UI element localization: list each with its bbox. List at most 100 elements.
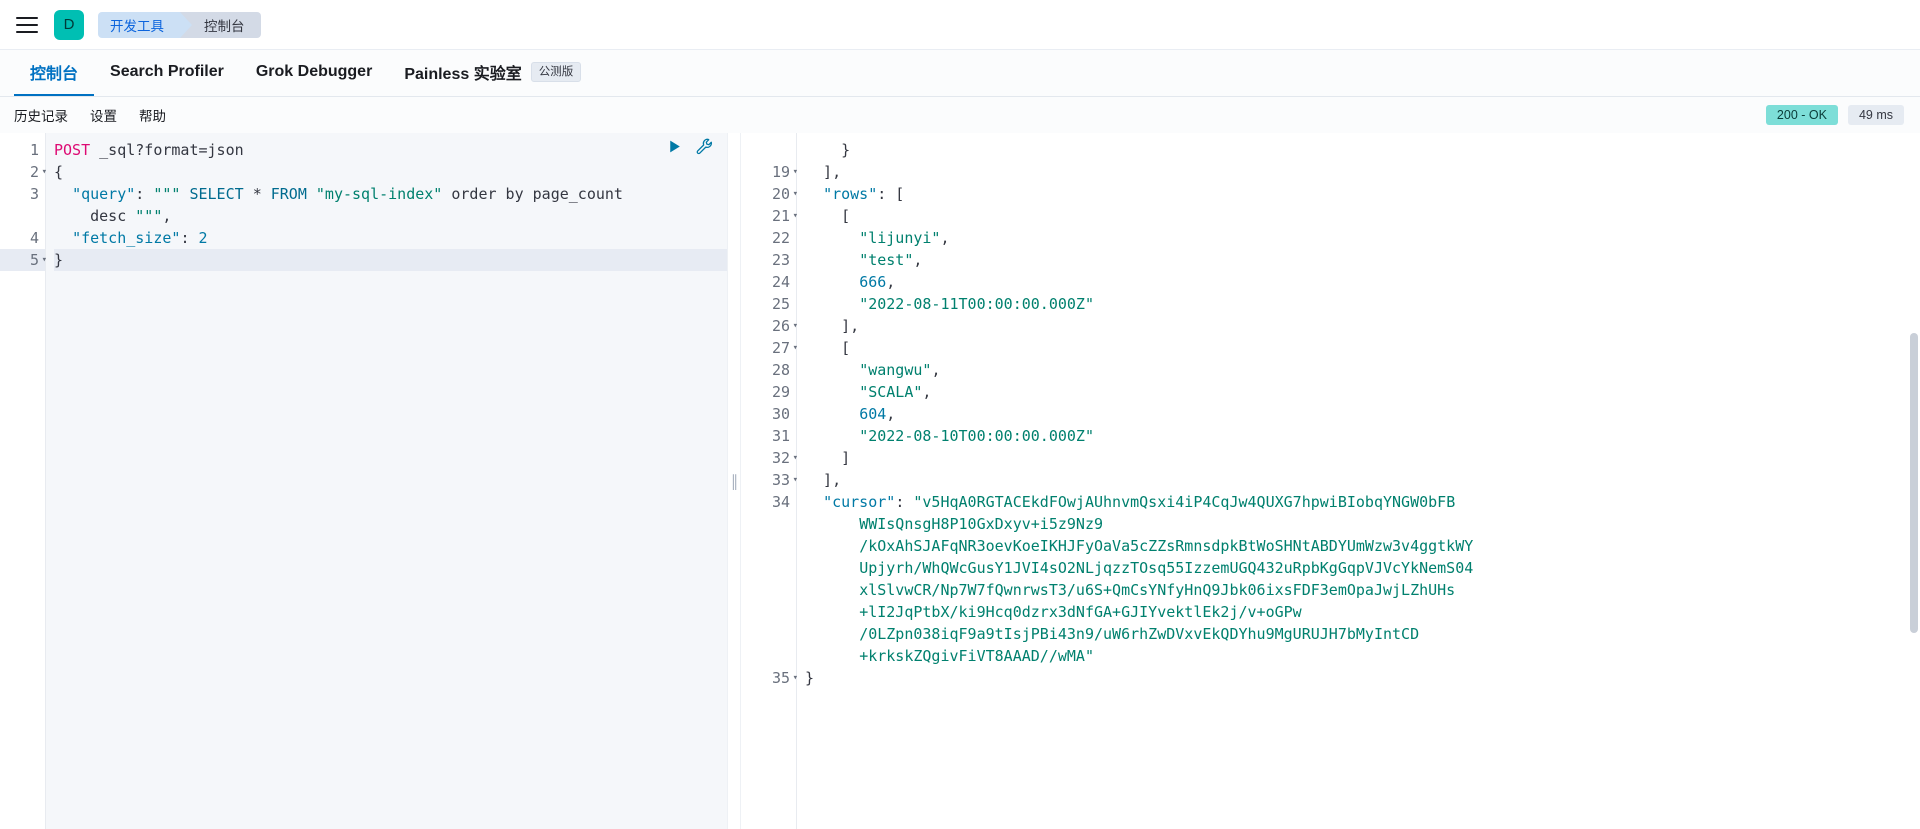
request-editor-pane[interactable]: 12▾345▾ POST _sql?format=json{ "query": … xyxy=(0,133,727,829)
code-token: : xyxy=(180,229,198,247)
help-label: 帮助 xyxy=(139,109,166,124)
status-badge: 200 - OK xyxy=(1766,105,1838,125)
console-toolbar: 历史记录 设置 帮助 200 - OK 49 ms xyxy=(0,97,1920,133)
code-line: { xyxy=(54,161,727,183)
code-token: : [ xyxy=(877,185,904,203)
line-number xyxy=(741,513,796,535)
code-line: "rows": [ xyxy=(805,183,1920,205)
code-token: , xyxy=(940,229,949,247)
code-token xyxy=(805,537,859,555)
code-token: : xyxy=(135,185,153,203)
history-label: 历史记录 xyxy=(14,109,68,124)
code-line: ], xyxy=(805,161,1920,183)
code-token: ], xyxy=(805,471,841,489)
line-number: 25 xyxy=(741,293,796,315)
line-number: 33▾ xyxy=(741,469,796,491)
code-token: } xyxy=(805,141,850,159)
code-line: [ xyxy=(805,337,1920,359)
code-line: Upjyrh/WhQWcGusY1JVI4sO2NLjqzzTOsq55Izze… xyxy=(805,557,1920,579)
global-chrome-header: D 开发工具 控制台 xyxy=(0,0,1920,50)
line-number: 3 xyxy=(0,183,45,205)
code-line: +krkskZQgivFiVT8AAAD//wMA" xyxy=(805,645,1920,667)
line-number: 2▾ xyxy=(0,161,45,183)
play-icon[interactable] xyxy=(666,138,683,155)
help-link[interactable]: 帮助 xyxy=(139,105,166,125)
line-number xyxy=(741,601,796,623)
splitter-grip-icon: ║ xyxy=(730,474,738,489)
line-number: 19▾ xyxy=(741,161,796,183)
code-token: , xyxy=(922,383,931,401)
code-token xyxy=(805,185,823,203)
pane-splitter[interactable]: ║ xyxy=(727,133,741,829)
settings-link[interactable]: 设置 xyxy=(90,105,117,125)
request-gutter: 12▾345▾ xyxy=(0,133,46,829)
tab-label: Painless 实验室 xyxy=(404,60,521,84)
code-token: Upjyrh/WhQWcGusY1JVI4sO2NLjqzzTOsq55Izze… xyxy=(859,559,1473,577)
tab-console[interactable]: 控制台 xyxy=(14,50,94,96)
code-line: desc """, xyxy=(54,205,727,227)
code-token: order by page_count xyxy=(451,185,623,203)
code-token: +lI2JqPtbX/ki9Hcq0dzrx3dNfGA+GJIYvektlEk… xyxy=(859,603,1302,621)
code-token xyxy=(54,185,72,203)
code-token xyxy=(805,647,859,665)
code-token: } xyxy=(805,669,814,687)
code-token: 666 xyxy=(859,273,886,291)
code-token: /0LZpn038iqF9a9tIsjPBi43n9/uW6rhZwDVxvEk… xyxy=(859,625,1419,643)
code-token: 604 xyxy=(859,405,886,423)
response-editor-pane[interactable]: 19▾20▾21▾2223242526▾27▾2829303132▾33▾343… xyxy=(741,133,1920,829)
response-gutter: 19▾20▾21▾2223242526▾27▾2829303132▾33▾343… xyxy=(741,133,797,829)
code-line: ], xyxy=(805,469,1920,491)
code-token: "query" xyxy=(72,185,135,203)
response-code: } ], "rows": [ [ "lijunyi", "test", 666,… xyxy=(797,133,1920,829)
code-token: [ xyxy=(805,207,850,225)
code-token: { xyxy=(54,163,63,181)
code-token xyxy=(805,603,859,621)
breadcrumb-label: 控制台 xyxy=(204,15,245,35)
code-token xyxy=(805,295,859,313)
code-token: 2 xyxy=(199,229,208,247)
code-token xyxy=(126,207,135,225)
history-link[interactable]: 历史记录 xyxy=(14,105,68,125)
code-line: "cursor": "v5HqA0RGTACEkdFOwjAUhnvmQsxi4… xyxy=(805,491,1920,513)
request-editor[interactable]: 12▾345▾ POST _sql?format=json{ "query": … xyxy=(0,133,727,829)
line-number xyxy=(741,645,796,667)
code-token: """ xyxy=(153,185,180,203)
tab-search-profiler[interactable]: Search Profiler xyxy=(94,50,240,96)
code-line: +lI2JqPtbX/ki9Hcq0dzrx3dNfGA+GJIYvektlEk… xyxy=(805,601,1920,623)
line-number xyxy=(0,205,45,227)
request-code[interactable]: POST _sql?format=json{ "query": """ SELE… xyxy=(46,133,727,829)
line-number: 29 xyxy=(741,381,796,403)
line-number: 21▾ xyxy=(741,205,796,227)
line-number xyxy=(741,139,796,161)
code-token xyxy=(805,559,859,577)
code-line: } xyxy=(805,139,1920,161)
line-number xyxy=(741,535,796,557)
breadcrumb-item-console[interactable]: 控制台 xyxy=(180,12,261,38)
code-token: ], xyxy=(805,163,841,181)
code-token: , xyxy=(162,207,171,225)
code-line: xlSlvwCR/Np7W7fQwnrwsT3/u6S+QmCsYNfyHnQ9… xyxy=(805,579,1920,601)
breadcrumb-item-devtools[interactable]: 开发工具 xyxy=(98,12,180,38)
code-token: "rows" xyxy=(823,185,877,203)
response-scrollbar[interactable] xyxy=(1910,333,1918,633)
hamburger-icon[interactable] xyxy=(14,12,40,38)
breadcrumb-label: 开发工具 xyxy=(110,15,164,35)
code-token xyxy=(54,207,90,225)
code-line: /0LZpn038iqF9a9tIsjPBi43n9/uW6rhZwDVxvEk… xyxy=(805,623,1920,645)
wrench-icon[interactable] xyxy=(696,138,713,155)
code-token xyxy=(805,581,859,599)
code-token: , xyxy=(886,405,895,423)
line-number: 1 xyxy=(0,139,45,161)
line-number: 20▾ xyxy=(741,183,796,205)
tab-grok-debugger[interactable]: Grok Debugger xyxy=(240,50,388,96)
app-logo[interactable]: D xyxy=(54,10,84,40)
devtools-tabbar: 控制台 Search Profiler Grok Debugger Painle… xyxy=(0,50,1920,97)
line-number: 24 xyxy=(741,271,796,293)
code-token: [ xyxy=(805,339,850,357)
code-token xyxy=(805,493,823,511)
tab-painless-lab[interactable]: Painless 实验室 公测版 xyxy=(388,50,597,96)
line-number: 35▾ xyxy=(741,667,796,689)
editor-action-group xyxy=(666,138,713,155)
code-line: "2022-08-11T00:00:00.000Z" xyxy=(805,293,1920,315)
hamburger-bar xyxy=(16,17,38,19)
